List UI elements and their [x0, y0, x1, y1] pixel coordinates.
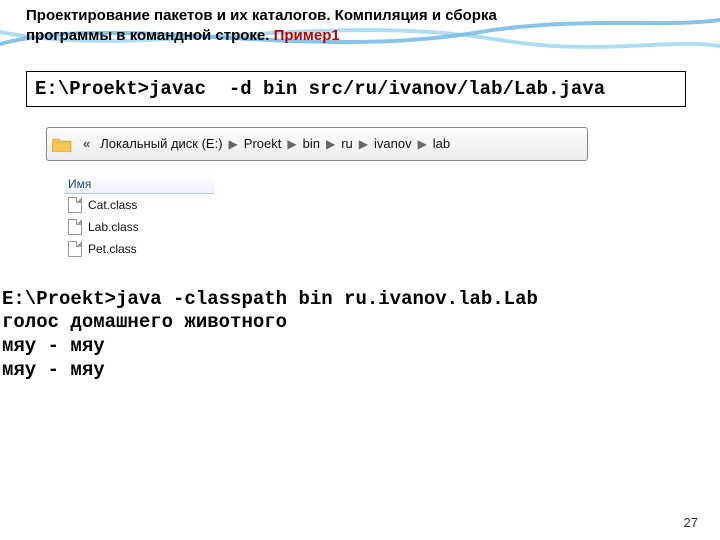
file-list: Имя Cat.class Lab.class Pet.class — [64, 175, 214, 260]
list-item[interactable]: Lab.class — [64, 216, 214, 238]
terminal-output-line: мяу - мяу — [2, 359, 105, 381]
terminal-run-command: E:\Proekt>java -classpath bin ru.ivanov.… — [2, 288, 538, 310]
breadcrumb-seg-3[interactable]: ru — [335, 136, 359, 151]
title-example: Пример1 — [274, 27, 340, 44]
terminal-output-line: голос домашнего животного — [2, 311, 287, 333]
file-name: Pet.class — [88, 242, 137, 256]
slide-title: Проектирование пакетов и их каталогов. К… — [26, 6, 694, 47]
file-list-header-name[interactable]: Имя — [64, 175, 214, 194]
file-icon — [68, 219, 82, 235]
breadcrumb-seg-0[interactable]: Локальный диск (E:) — [94, 136, 228, 151]
chevron-right-icon: ▶ — [287, 137, 296, 151]
breadcrumb-seg-1[interactable]: Proekt — [238, 136, 288, 151]
list-item[interactable]: Cat.class — [64, 194, 214, 216]
chevron-right-icon: ▶ — [418, 137, 427, 151]
chevron-right-icon: ▶ — [229, 137, 238, 151]
list-item[interactable]: Pet.class — [64, 238, 214, 260]
chevron-right-icon: ▶ — [326, 137, 335, 151]
file-icon — [68, 197, 82, 213]
breadcrumb-seg-4[interactable]: ivanov — [368, 136, 418, 151]
breadcrumb-overflow[interactable]: « — [79, 136, 94, 151]
file-icon — [68, 241, 82, 257]
folder-icon — [51, 134, 73, 154]
breadcrumb-seg-5[interactable]: lab — [427, 136, 456, 151]
title-line-1: Проектирование пакетов и их каталогов. К… — [26, 7, 497, 24]
page-number: 27 — [684, 515, 698, 530]
terminal-run-output: E:\Proekt>java -classpath bin ru.ivanov.… — [2, 288, 694, 383]
title-line-2: программы в командной строке. — [26, 27, 274, 44]
terminal-output-line: мяу - мяу — [2, 335, 105, 357]
explorer-breadcrumb[interactable]: « Локальный диск (E:) ▶ Proekt ▶ bin ▶ r… — [46, 127, 588, 161]
chevron-right-icon: ▶ — [359, 137, 368, 151]
breadcrumb-seg-2[interactable]: bin — [297, 136, 326, 151]
file-name: Cat.class — [88, 198, 137, 212]
terminal-compile-command: E:\Proekt>javac -d bin src/ru/ivanov/lab… — [26, 71, 686, 107]
file-name: Lab.class — [88, 220, 139, 234]
